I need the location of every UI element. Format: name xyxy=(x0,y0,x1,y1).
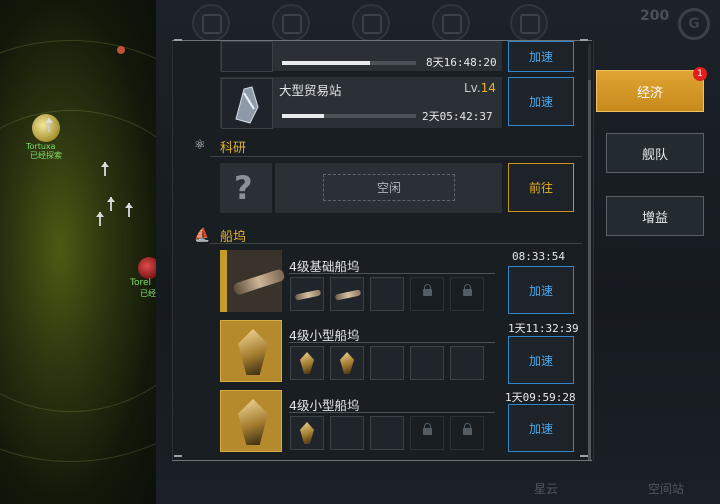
crystal-ship-icon xyxy=(238,329,268,375)
trade-station-thumbnail xyxy=(221,78,273,129)
ship-icon[interactable] xyxy=(96,212,104,226)
trade-station-title: 大型贸易站 xyxy=(279,83,342,98)
ship-icon[interactable] xyxy=(45,118,53,132)
orbit-ring xyxy=(0,110,160,412)
tab-economy-label: 经济 xyxy=(636,85,663,101)
panel-corner xyxy=(580,39,588,41)
research-thumbnail: ? xyxy=(220,163,272,213)
planet-name-label: Torel xyxy=(130,278,152,288)
notification-badge: 1 xyxy=(693,67,707,81)
speedup-button[interactable]: 加速 xyxy=(508,77,574,126)
panel-corner xyxy=(580,455,588,457)
dock-ship-slot[interactable] xyxy=(290,416,324,450)
research-idle-status: 空闲 xyxy=(323,174,455,201)
frigate-icon xyxy=(294,289,322,301)
station-marker[interactable] xyxy=(117,46,125,54)
dock-thumbnail[interactable] xyxy=(220,250,286,312)
progress-fill xyxy=(282,114,324,118)
crystal-ship-icon xyxy=(238,399,268,445)
planet-name-label: Tortuxa xyxy=(26,142,56,151)
add-icon[interactable] xyxy=(510,4,548,42)
station-thumbnail xyxy=(221,41,273,72)
ship-icon[interactable] xyxy=(125,203,133,217)
dock-locked-slot xyxy=(410,277,444,311)
speedup-button[interactable]: 加速 xyxy=(508,336,574,384)
crystal-ship-icon xyxy=(340,352,354,374)
dock-title-underline xyxy=(289,412,495,413)
dock-title-underline xyxy=(289,273,495,274)
dock-empty-slot[interactable] xyxy=(370,416,404,450)
dock-empty-slot[interactable] xyxy=(330,416,364,450)
section-divider xyxy=(210,156,582,157)
research-slot: 空闲 xyxy=(275,163,502,213)
shipyard-icon: ⛵ xyxy=(194,228,211,243)
frigate-icon xyxy=(232,268,286,296)
dock-locked-slot xyxy=(450,416,484,450)
build-timer: 2天05:42:37 xyxy=(422,110,493,123)
panel-corner xyxy=(174,39,182,41)
alliance-icon[interactable] xyxy=(192,4,230,42)
panel-bottom-border xyxy=(172,460,592,461)
progress-bar xyxy=(282,61,416,65)
panel-corner xyxy=(174,455,182,457)
progress-fill xyxy=(282,61,371,65)
tab-buff-label: 增益 xyxy=(641,210,668,226)
dock-ship-slot[interactable] xyxy=(330,346,364,380)
resource-g-icon[interactable]: G xyxy=(678,8,710,40)
lock-icon xyxy=(423,423,432,435)
dock-timer: 1天09:59:28 xyxy=(505,391,576,404)
lock-icon xyxy=(423,284,432,296)
tab-buff[interactable]: 增益 xyxy=(606,196,704,236)
bottom-nebula-label[interactable]: 星云 xyxy=(534,480,558,497)
dock-title-underline xyxy=(289,342,495,343)
dock-ship-slot[interactable] xyxy=(290,277,324,311)
crystal-ship-icon xyxy=(300,422,314,444)
dock-empty-slot[interactable] xyxy=(410,346,444,380)
dock-thumbnail[interactable] xyxy=(220,320,282,382)
dock-ship-slot[interactable] xyxy=(290,346,324,380)
scrollbar-thumb[interactable] xyxy=(588,80,591,460)
progress-bar xyxy=(282,114,416,118)
dock-empty-slot[interactable] xyxy=(450,346,484,380)
mail-box-icon[interactable] xyxy=(272,4,310,42)
tab-economy[interactable]: 经济 1 xyxy=(596,67,707,112)
helmet-icon[interactable] xyxy=(352,4,390,42)
dock-timer: 1天11:32:39 xyxy=(508,322,579,335)
station-icon xyxy=(235,86,259,124)
trade-station-level: Lv.14 xyxy=(464,81,496,95)
section-divider xyxy=(210,243,582,244)
dock-thumbnail[interactable] xyxy=(220,390,282,452)
message-icon[interactable] xyxy=(432,4,470,42)
speedup-button[interactable]: 加速 xyxy=(508,404,574,452)
galaxy-map[interactable]: Tortuxa 已经探索 Torel 已经探 xyxy=(0,0,160,504)
research-section-title: 科研 xyxy=(220,141,247,156)
tab-fleet[interactable]: 舰队 xyxy=(606,133,704,173)
dock-locked-slot xyxy=(410,416,444,450)
frigate-icon xyxy=(334,289,362,301)
bottom-station-label[interactable]: 空间站 xyxy=(648,480,684,497)
dock-locked-slot xyxy=(450,277,484,311)
lock-icon xyxy=(463,284,472,296)
crystal-ship-icon xyxy=(300,352,314,374)
ship-icon[interactable] xyxy=(101,162,109,176)
ship-icon[interactable] xyxy=(107,197,115,211)
planet-status-label: 已经探索 xyxy=(30,151,62,160)
dock-empty-slot[interactable] xyxy=(370,346,404,380)
build-timer: 8天16:48:20 xyxy=(426,56,497,69)
dock-empty-slot[interactable] xyxy=(370,277,404,311)
lock-icon xyxy=(463,423,472,435)
dock-ship-slot[interactable] xyxy=(330,277,364,311)
question-mark-icon: ? xyxy=(234,169,253,207)
goto-research-button[interactable]: 前往 xyxy=(508,163,574,212)
tab-fleet-label: 舰队 xyxy=(641,147,668,163)
resource-value: 200 xyxy=(640,8,670,24)
dock-timer: 08:33:54 xyxy=(512,250,565,263)
research-icon: ⚛ xyxy=(194,138,206,153)
speedup-button[interactable]: 加速 xyxy=(508,41,574,72)
speedup-button[interactable]: 加速 xyxy=(508,266,574,314)
